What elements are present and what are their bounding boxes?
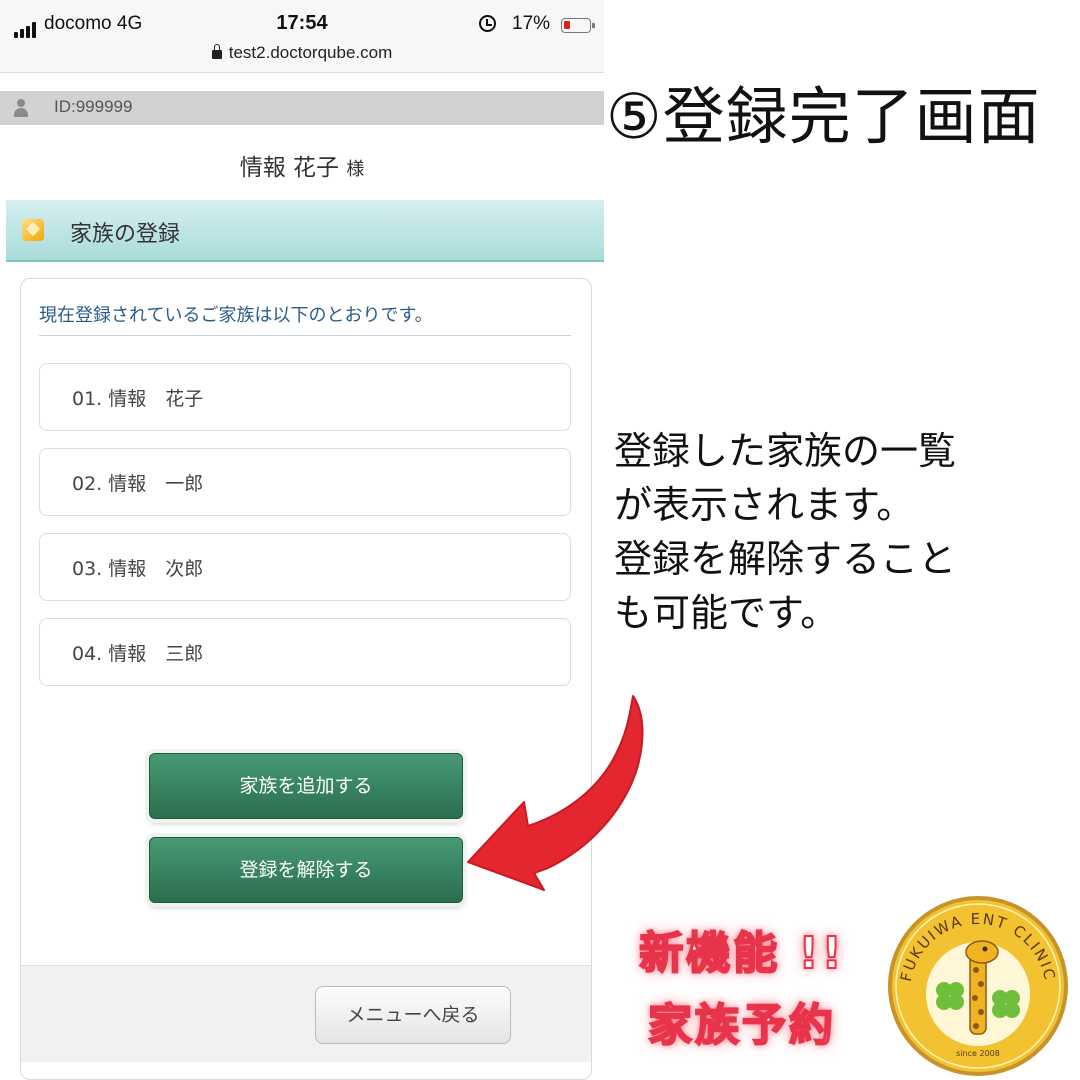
alarm-icon [479,15,496,32]
phone-screenshot: docomo 4G 17:54 17% test2.doctorqube.com… [0,0,604,1080]
promo-line: 家族予約 [647,999,836,1052]
description-line: 登録を解除すること [614,537,957,581]
status-bar: docomo 4G 17:54 17% test2.doctorqube.com [0,0,604,73]
id-bar: ID:999999 [0,91,604,125]
lock-icon [211,44,222,59]
description-line: も可能です。 [614,591,839,635]
family-card: 現在登録されているご家族は以下のとおりです。 01. 情報 花子 02. 情報 … [20,278,592,1080]
promo-banner: 新機能 !! 家族予約 [612,918,872,1062]
family-member-item: 02. 情報 一郎 [39,448,571,516]
family-member-label: 01. 情報 花子 [72,388,204,410]
card-footer: メニューへ戻る [21,965,591,1062]
step-title: ⑤登録完了画面 [606,80,1041,153]
user-id: ID:999999 [54,97,133,116]
family-member-item: 03. 情報 次郎 [39,533,571,601]
arrow-icon [467,695,644,891]
unregister-button[interactable]: 登録を解除する [149,837,463,903]
family-member-label: 04. 情報 三郎 [72,643,204,665]
user-name: 情報 花子 [239,155,339,181]
address-bar[interactable]: test2.doctorqube.com [0,43,604,63]
url-text: test2.doctorqube.com [228,43,393,62]
section-header: 家族の登録 [6,200,604,262]
giraffe-logo: FUKUIWA ENT CLINIC since 2008 [888,896,1068,1076]
family-member-item: 01. 情報 花子 [39,363,571,431]
logo-since: since 2008 [956,1049,1000,1058]
section-title: 家族の登録 [70,222,181,247]
promo-line: 新機能 !! [638,927,845,980]
cube-icon [22,219,44,241]
family-member-item: 04. 情報 三郎 [39,618,571,686]
user-greeting: 情報 花子 様 [0,148,604,182]
add-family-button[interactable]: 家族を追加する [149,753,463,819]
battery-icon [561,18,595,33]
description-line: が表示されます。 [614,483,915,527]
honorific: 様 [346,159,365,180]
battery-percent: 17% [512,13,551,34]
back-to-menu-button[interactable]: メニューへ戻る [315,986,511,1044]
user-icon [14,99,28,117]
description-text: 登録した家族の一覧 が表示されます。 登録を解除すること も可能です。 [614,424,1074,640]
family-member-label: 02. 情報 一郎 [72,473,204,495]
intro-text: 現在登録されているご家族は以下のとおりです。 [39,301,571,336]
family-member-label: 03. 情報 次郎 [72,558,204,580]
description-line: 登録した家族の一覧 [614,429,957,473]
